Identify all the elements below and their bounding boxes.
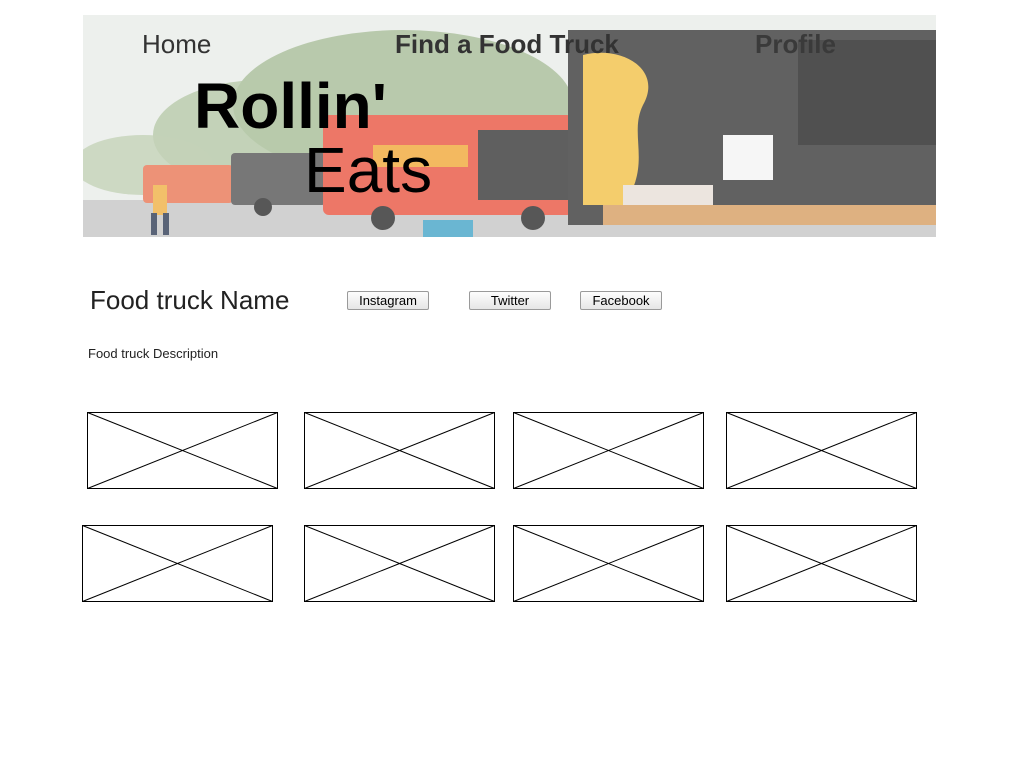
image-placeholder bbox=[304, 525, 495, 602]
food-truck-description: Food truck Description bbox=[88, 346, 219, 361]
image-placeholder bbox=[82, 525, 273, 602]
logo-title-line2: Eats bbox=[304, 134, 433, 206]
image-placeholder bbox=[513, 525, 704, 602]
image-placeholder bbox=[726, 525, 917, 602]
logo-title-line1: Rollin' bbox=[194, 70, 387, 142]
page: Home Find a Food Truck Profile Rollin' E… bbox=[0, 0, 1024, 761]
nav-home-link[interactable]: Home bbox=[142, 29, 211, 59]
nav-profile-link[interactable]: Profile bbox=[755, 29, 836, 59]
image-placeholder bbox=[87, 412, 278, 489]
nav-find-food-truck-link[interactable]: Find a Food Truck bbox=[395, 29, 619, 59]
hero-banner: Home Find a Food Truck Profile Rollin' E… bbox=[83, 15, 936, 237]
image-placeholder bbox=[513, 412, 704, 489]
image-placeholder bbox=[726, 412, 917, 489]
image-placeholder bbox=[304, 412, 495, 489]
twitter-button[interactable]: Twitter bbox=[469, 291, 551, 310]
food-truck-name: Food truck Name bbox=[90, 285, 290, 315]
facebook-button[interactable]: Facebook bbox=[580, 291, 662, 310]
instagram-button[interactable]: Instagram bbox=[347, 291, 429, 310]
